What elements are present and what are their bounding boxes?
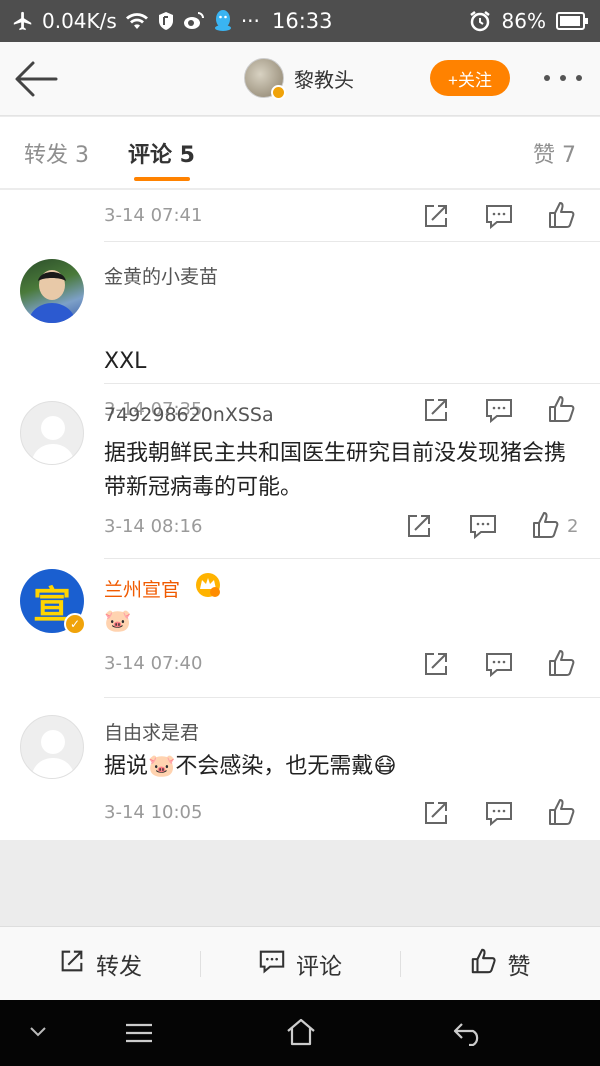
thumbs-up-icon[interactable] [531, 510, 561, 540]
comment-text: 🐷 [104, 609, 132, 634]
comment-item: 自由求是君 据说🐷不会感染，也无需戴😷 3-14 10:05 [20, 698, 600, 840]
repost-label: 转发 [96, 953, 142, 980]
more-options-icon[interactable] [540, 68, 586, 88]
commenter-name[interactable]: 金黄的小麦苗 [104, 262, 218, 289]
more-notifications-icon: ··· [240, 9, 260, 33]
commenter-avatar[interactable] [20, 401, 84, 465]
battery-icon [556, 12, 588, 30]
commenter-name[interactable]: 自由求是君 [104, 718, 199, 745]
tab-likes[interactable]: 赞 7 [533, 137, 576, 169]
alarm-clock-icon [468, 9, 492, 33]
repost-icon[interactable] [421, 798, 451, 828]
home-icon[interactable] [285, 1017, 317, 1051]
commenter-avatar[interactable] [20, 259, 84, 323]
comment-timestamp: 3-14 08:16 [104, 516, 203, 537]
reply-icon[interactable] [468, 511, 498, 541]
status-bar: 0.04K/s ··· 16:33 86% [0, 0, 600, 42]
reply-icon[interactable] [484, 649, 514, 679]
author-name[interactable]: 黎教头 [294, 64, 354, 93]
tab-repost[interactable]: 转发 3 [24, 137, 89, 169]
comment-item: 金黄的小麦苗 XXL 3-14 07:35 [20, 242, 600, 424]
commenter-avatar[interactable]: 宣 ✓ [20, 569, 86, 635]
thumbs-up-icon[interactable] [547, 648, 577, 678]
comment-label: 评论 [296, 953, 342, 980]
follow-button[interactable]: +关注 [430, 60, 510, 96]
battery-percent: 86% [501, 9, 546, 33]
comment-text: 据我朝鲜民主共和国医生研究目前没发现猪会携带新冠病毒的可能。 [104, 441, 567, 500]
top-navigation-bar: 黎教头 +关注 [0, 42, 600, 116]
comment-item: 749298620nXSSa 据我朝鲜民主共和国医生研究目前没发现猪会携带新冠病… [20, 384, 600, 559]
detail-tabs: 转发 3 评论 5 赞 7 [0, 117, 600, 189]
comment-list: 3-14 07:41 金黄的小麦苗 XXL 3-14 07:35 7492986… [0, 190, 600, 840]
back-icon[interactable] [452, 1020, 484, 1050]
author-profile[interactable]: 黎教头 [244, 58, 354, 100]
comment-item: 3-14 07:41 [104, 190, 600, 242]
like-label: 赞 [507, 953, 531, 980]
menu-icon[interactable] [124, 1022, 154, 1048]
qq-icon [213, 9, 233, 33]
author-avatar[interactable] [244, 58, 286, 100]
repost-icon[interactable] [421, 649, 451, 679]
list-end-padding [0, 840, 600, 926]
active-tab-indicator [134, 177, 190, 181]
repost-button[interactable]: 转发 [0, 947, 200, 981]
like-count: 2 [567, 516, 579, 537]
comment-timestamp: 3-14 07:41 [104, 205, 203, 226]
comment-icon [258, 947, 286, 981]
like-button[interactable]: 赞 [400, 947, 600, 981]
thumbs-up-icon[interactable] [547, 797, 577, 827]
commenter-avatar[interactable] [20, 715, 84, 779]
clock: 16:33 [272, 9, 333, 33]
bottom-action-bar: 转发 评论 赞 [0, 926, 600, 1000]
reply-icon[interactable] [484, 201, 514, 231]
repost-icon[interactable] [404, 511, 434, 541]
shield-icon [157, 11, 175, 31]
back-arrow-icon[interactable] [14, 60, 58, 98]
wifi-icon [125, 11, 149, 31]
verified-badge-icon: ✓ [64, 613, 86, 635]
system-navigation-bar [0, 1000, 600, 1066]
comment-text: XXL [104, 349, 147, 374]
weibo-icon [183, 11, 205, 31]
network-speed: 0.04K/s [42, 9, 117, 33]
repost-icon[interactable] [421, 201, 451, 231]
thumbs-up-icon[interactable] [547, 200, 577, 230]
commenter-name[interactable]: 749298620nXSSa [104, 404, 274, 426]
commenter-name[interactable]: 兰州宣官 [104, 575, 180, 602]
crown-badge-icon [194, 571, 222, 603]
thumbs-up-icon [470, 947, 498, 981]
tab-comments[interactable]: 评论 5 [128, 137, 195, 169]
airplane-mode-icon [12, 10, 34, 32]
comment-button[interactable]: 评论 [200, 947, 400, 981]
reply-icon[interactable] [484, 798, 514, 828]
chevron-down-icon[interactable] [28, 1024, 48, 1043]
comment-text: 据说🐷不会感染，也无需戴😷 [104, 754, 397, 779]
repost-icon [58, 947, 86, 981]
verified-badge-icon [271, 85, 286, 100]
comment-timestamp: 3-14 10:05 [104, 802, 203, 823]
comment-timestamp: 3-14 07:40 [104, 653, 203, 674]
comment-item: 宣 ✓ 兰州宣官 🐷 3-14 07:40 [20, 559, 600, 698]
